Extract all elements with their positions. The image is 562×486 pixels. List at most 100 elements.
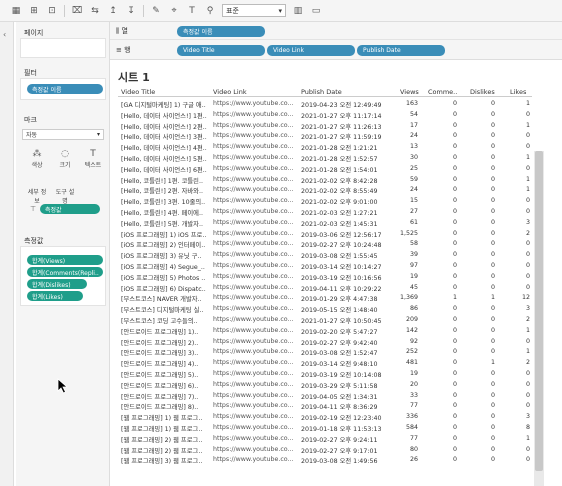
- table-row[interactable]: [웹 프로그래밍] 1) 웹 프로그.. https://www.youtube.…: [118, 412, 532, 423]
- table-row[interactable]: [iOS 프로그래밍] 1) iOS 프로.. https://www.youtu…: [118, 229, 532, 240]
- cell-dislikes: 0: [490, 100, 495, 107]
- clear-icon[interactable]: ⌧: [71, 5, 83, 17]
- show-me-icon[interactable]: ▥: [292, 5, 304, 17]
- collapse-arrow-icon[interactable]: ‹: [3, 30, 6, 39]
- cell-video-link: https://www.youtube.co...: [213, 197, 294, 205]
- fit-select-value: 표준: [226, 6, 239, 15]
- size-button[interactable]: ◌ 크기: [54, 149, 76, 169]
- toolbar: ▦ ⊞ ⊡ ⌧ ⇆ ↥ ↧ ✎ ⌖ T ⚲ 표준 ▾ ▥ ▭: [0, 0, 562, 22]
- table-row[interactable]: [안드로이드 프로그래밍] 3).. https://www.youtube.co…: [118, 347, 532, 358]
- cell-views: 17: [409, 121, 418, 129]
- table-row[interactable]: [iOS 프로그래밍] 3) 유닛 구.. https://www.youtube…: [118, 250, 532, 261]
- table-row[interactable]: [안드로이드 프로그래밍] 2).. https://www.youtube.co…: [118, 337, 532, 348]
- table-row[interactable]: [iOS 프로그래밍] 2) 인터페이.. https://www.youtube…: [118, 239, 532, 250]
- tooltip-button[interactable]: 도구 설명: [54, 176, 76, 205]
- pages-shelf[interactable]: [20, 38, 106, 58]
- chart-icon[interactable]: ▦: [10, 5, 22, 17]
- columns-pill[interactable]: 측정값 이름: [177, 26, 265, 37]
- text-mark-pill[interactable]: 측정값: [40, 204, 100, 214]
- table-row[interactable]: [Hello, 코틀린!] 5편. 개발자.. https://www.youtu…: [118, 218, 532, 229]
- header-publish-date[interactable]: Publish Date: [301, 88, 342, 96]
- new-sheet-icon[interactable]: ⊡: [46, 5, 58, 17]
- measure-pill-views[interactable]: 합계(Views): [27, 255, 103, 265]
- header-video-title[interactable]: Video Title: [121, 88, 155, 96]
- table-row[interactable]: [Hello, 코틀린!] 2편. 자바와.. https://www.youtu…: [118, 185, 532, 196]
- rows-pill-video-title[interactable]: Video Title: [177, 45, 265, 56]
- label-icon[interactable]: T: [186, 5, 198, 17]
- table-row[interactable]: [Hello, 데이터 사이언스!] 5편.. https://www.youtu…: [118, 153, 532, 164]
- cell-views: 336: [405, 413, 418, 421]
- measure-pill-comments[interactable]: 합계(Comments(Repli..: [27, 267, 103, 277]
- highlight-icon[interactable]: ✎: [150, 5, 162, 17]
- table-row[interactable]: [부스트코스] NAVER 개발자.. https://www.youtube.c…: [118, 293, 532, 304]
- table-row[interactable]: [Hello, 데이터 사이언스!] 3편.. https://www.youtu…: [118, 131, 532, 142]
- table-row[interactable]: [Hello, 코틀린!] 3편. 10줄의.. https://www.yout…: [118, 196, 532, 207]
- table-row[interactable]: [Hello, 코틀린!] 4편. 페이에.. https://www.youtu…: [118, 207, 532, 218]
- header-views[interactable]: Views: [400, 88, 419, 96]
- pin-icon[interactable]: ⌖: [168, 5, 180, 17]
- header-dislikes[interactable]: Dislikes: [470, 88, 495, 96]
- cell-likes: 0: [525, 391, 530, 399]
- table-row[interactable]: [안드로이드 프로그래밍] 5).. https://www.youtube.co…: [118, 369, 532, 380]
- cell-publish-date: 2021-02-02 오후 8:55:49: [301, 188, 378, 196]
- cell-publish-date: 2021-01-28 오전 1:52:57: [301, 156, 378, 163]
- table-row[interactable]: [안드로이드 프로그래밍] 7).. https://www.youtube.co…: [118, 391, 532, 402]
- table-row[interactable]: [GA 디지털마케팅] 1) 구글 애.. https://www.youtube…: [118, 99, 532, 110]
- detail-button[interactable]: 세부 정보: [26, 176, 48, 205]
- cell-video-title: [iOS 프로그래밍] 5) Photos ..: [121, 274, 206, 282]
- cell-comments: 0: [452, 143, 457, 151]
- filters-shelf[interactable]: 측정값 이름: [20, 78, 106, 100]
- header-likes[interactable]: Likes: [510, 88, 526, 96]
- sort-desc-icon[interactable]: ↧: [125, 5, 137, 17]
- table-row[interactable]: [Hello, 데이터 사이언스!] 4편.. https://www.youtu…: [118, 142, 532, 153]
- mark-type-select[interactable]: 자동 ▾: [22, 129, 104, 140]
- table-row[interactable]: [안드로이드 프로그래밍] 8).. https://www.youtube.co…: [118, 401, 532, 412]
- cell-video-title: [Hello, 데이터 사이언스!] 3편..: [121, 134, 207, 142]
- cell-dislikes: 0: [490, 218, 495, 226]
- filter-pill[interactable]: 측정값 이름: [27, 84, 103, 94]
- sort-asc-icon[interactable]: ↥: [107, 5, 119, 17]
- measure-pill-dislikes[interactable]: 합계(Dislikes): [27, 279, 87, 289]
- scrollbar-thumb[interactable]: [535, 151, 543, 471]
- rows-pill-publish-date[interactable]: Publish Date: [357, 45, 445, 56]
- table-row[interactable]: [Hello, 코틀린!] 1편. 코틀린.. https://www.youtu…: [118, 175, 532, 186]
- text-button[interactable]: T 텍스트: [82, 149, 104, 169]
- cell-publish-date: 2019-03-19 오전 10:14:08: [301, 372, 382, 379]
- fix-axes-icon[interactable]: ⚲: [204, 5, 216, 17]
- table-row[interactable]: [iOS 프로그래밍] 6) Dispatc.. https://www.yout…: [118, 283, 532, 294]
- table-row[interactable]: [Hello, 데이터 사이언스!] 2편.. https://www.youtu…: [118, 121, 532, 132]
- table-row[interactable]: [안드로이드 프로그래밍] 6).. https://www.youtube.co…: [118, 380, 532, 391]
- vertical-scrollbar[interactable]: [534, 151, 544, 486]
- table-row[interactable]: [웹 프로그래밍] 3) 웹 프로그.. https://www.youtube.…: [118, 455, 532, 466]
- header-comments[interactable]: Comme..: [428, 88, 457, 96]
- table-row[interactable]: [웹 프로그래밍] 1) 웹 프로그.. https://www.youtube.…: [118, 423, 532, 434]
- measure-pill-likes[interactable]: 합계(Likes): [27, 291, 83, 301]
- measure-values-shelf[interactable]: 합계(Views) 합계(Comments(Repli.. 합계(Dislike…: [20, 246, 106, 306]
- rows-pill-video-link[interactable]: Video Link: [267, 45, 355, 56]
- table-row[interactable]: [부스트코스] 코딩 고수들의.. https://www.youtube.co.…: [118, 315, 532, 326]
- table-row[interactable]: [Hello, 데이터 사이언스!] 6편.. https://www.youtu…: [118, 164, 532, 175]
- table-row[interactable]: [웹 프로그래밍] 2) 웹 프로그.. https://www.youtube.…: [118, 445, 532, 456]
- table-row[interactable]: [안드로이드 프로그래밍] 1).. https://www.youtube.co…: [118, 326, 532, 337]
- mark-type-value: 자동: [26, 132, 38, 139]
- cell-publish-date: 2019-03-14 오전 9:48:10: [301, 361, 378, 369]
- table-row[interactable]: [웹 프로그래밍] 2) 웹 프로그.. https://www.youtube.…: [118, 434, 532, 445]
- add-datasource-icon[interactable]: ⊞: [28, 5, 40, 17]
- fit-select[interactable]: 표준 ▾: [222, 4, 286, 17]
- columns-shelf[interactable]: ⫼ 열 측정값 이름: [110, 22, 562, 40]
- table-row[interactable]: [iOS 프로그래밍] 5) Photos .. https://www.yout…: [118, 272, 532, 283]
- cell-video-link: https://www.youtube.co...: [213, 445, 294, 453]
- table-row[interactable]: [iOS 프로그래밍] 4) Segue_.. https://www.youtu…: [118, 261, 532, 272]
- presentation-icon[interactable]: ▭: [310, 5, 322, 17]
- rows-shelf[interactable]: ≡ 행 Video Title Video Link Publish Date: [110, 41, 562, 59]
- cell-publish-date: 2019-04-05 오전 1:34:31: [301, 393, 378, 401]
- color-button[interactable]: ⁂ 색상: [26, 149, 48, 169]
- header-video-link[interactable]: Video Link: [213, 88, 247, 96]
- table-row[interactable]: [안드로이드 프로그래밍] 4).. https://www.youtube.co…: [118, 358, 532, 369]
- swap-icon[interactable]: ⇆: [89, 5, 101, 17]
- cell-likes: 0: [525, 240, 530, 248]
- cell-likes: 3: [525, 305, 530, 313]
- cell-dislikes: 0: [490, 240, 495, 248]
- table-row[interactable]: [부스트코스] 디지털마케팅 실.. https://www.youtube.co…: [118, 304, 532, 315]
- table-row[interactable]: [Hello, 데이터 사이언스!] 1편.. https://www.youtu…: [118, 110, 532, 121]
